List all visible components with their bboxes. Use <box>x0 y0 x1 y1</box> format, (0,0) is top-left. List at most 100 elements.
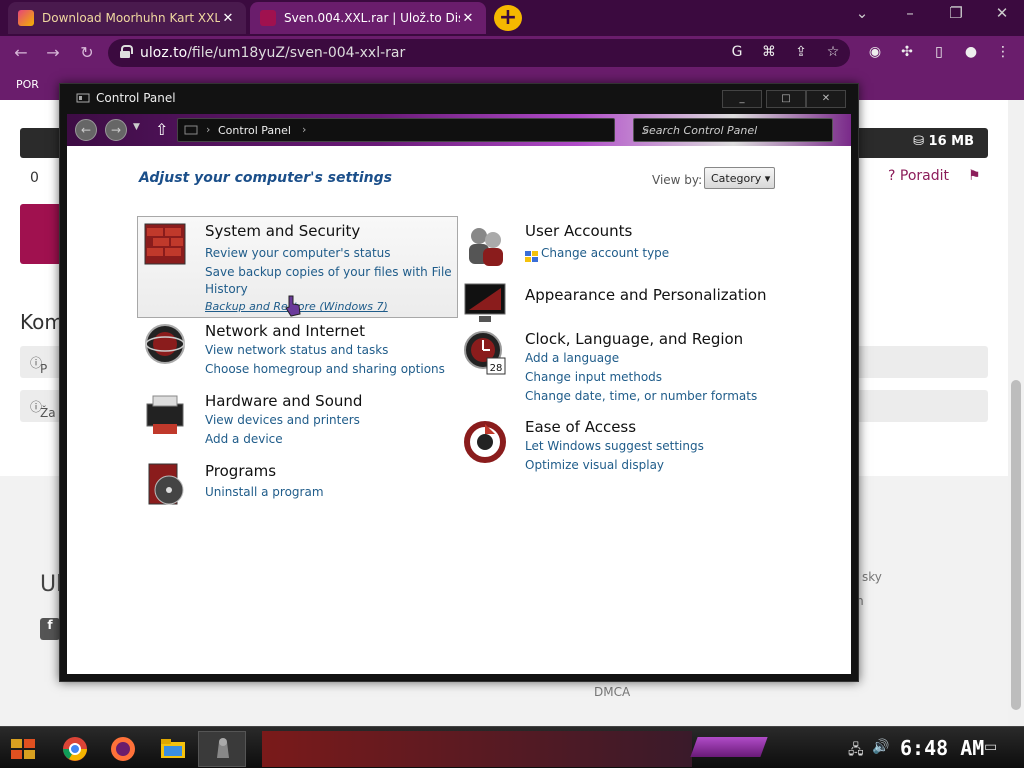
extension-avatar-icon[interactable]: ◉ <box>866 44 884 62</box>
new-tab-button[interactable]: + <box>494 5 522 31</box>
facebook-icon[interactable]: f <box>40 618 60 640</box>
download-button[interactable] <box>20 204 60 264</box>
category-link[interactable]: Change account type <box>541 246 669 260</box>
firewall-icon <box>144 223 186 265</box>
restore-window-button[interactable]: ❐ <box>936 4 976 22</box>
moorhuhn-favicon-icon <box>18 10 34 26</box>
control-panel-taskbar-icon <box>217 738 229 758</box>
taskbar-clock[interactable]: 6:48 AM <box>900 736 984 760</box>
category-programs[interactable]: Programs Uninstall a program <box>143 462 453 512</box>
tab-ulozto[interactable]: Sven.004.XXL.rar | Ulož.to Dis ✕ <box>250 2 486 34</box>
share-icon[interactable]: ⇪ <box>792 44 810 62</box>
firefox-icon[interactable] <box>108 734 138 764</box>
close-window-button[interactable]: ✕ <box>982 4 1022 22</box>
forward-arrow-icon[interactable]: → <box>42 42 64 64</box>
lock-icon <box>120 45 133 58</box>
network-tray-icon[interactable]: 🖧 <box>848 739 864 763</box>
category-title[interactable]: System and Security <box>205 222 360 240</box>
cp-navigation-bar: ← → ▼ ⇧ › Control Panel › Search Control… <box>67 114 851 146</box>
dmca-link[interactable]: DMCA <box>594 685 630 699</box>
cp-minimize-button[interactable]: _ <box>722 90 762 108</box>
minimize-window-button[interactable]: – <box>890 4 930 22</box>
back-arrow-icon[interactable]: ← <box>10 42 32 64</box>
category-title[interactable]: Programs <box>205 462 276 480</box>
category-link[interactable]: Save backup copies of your files with Fi… <box>205 265 452 279</box>
network-globe-icon <box>145 324 185 364</box>
notification-icon[interactable]: ▭ <box>984 739 997 755</box>
view-by-dropdown[interactable]: Category ▾ <box>704 167 775 189</box>
category-link[interactable]: View devices and printers <box>205 413 360 427</box>
category-clock-language-region[interactable]: 28 Clock, Language, and Region Add a lan… <box>463 330 783 410</box>
cp-up-arrow-icon[interactable]: ⇧ <box>155 120 168 139</box>
category-title[interactable]: Hardware and Sound <box>205 392 362 410</box>
cp-maximize-button[interactable]: □ <box>766 90 806 108</box>
reload-icon[interactable]: ↻ <box>76 42 98 64</box>
comments-heading: Kom <box>20 310 64 334</box>
extensions-puzzle-icon[interactable]: ✣ <box>898 44 916 62</box>
category-link[interactable]: View network status and tasks <box>205 343 388 357</box>
category-link[interactable]: Add a language <box>525 351 619 365</box>
category-user-accounts[interactable]: User Accounts Change account type <box>463 222 783 272</box>
category-link[interactable]: Choose homegroup and sharing options <box>205 362 445 376</box>
scrollbar-thumb[interactable] <box>1011 380 1021 710</box>
file-explorer-icon[interactable] <box>158 734 188 764</box>
volume-tray-icon[interactable]: 🔊 <box>872 739 889 755</box>
category-title[interactable]: User Accounts <box>525 222 632 240</box>
start-button-icon[interactable] <box>8 734 38 764</box>
recent-locations-chevron-icon[interactable]: ▼ <box>133 122 140 132</box>
search-icon[interactable]: ⌕ <box>642 123 826 138</box>
cp-address-bar[interactable]: › Control Panel › <box>177 118 615 142</box>
translate-icon[interactable]: ⌘ <box>760 44 778 62</box>
close-tab-icon[interactable]: ✕ <box>460 11 476 26</box>
category-link[interactable]: Review your computer's status <box>205 246 391 260</box>
control-panel-window: Control Panel _ □ ✕ ← → ▼ ⇧ › Control Pa… <box>59 83 859 682</box>
category-title[interactable]: Appearance and Personalization <box>525 286 767 304</box>
calendar-day-text: 28 <box>490 363 503 374</box>
appearance-monitor-icon <box>464 283 506 322</box>
taskbar-banner-decoration <box>262 731 692 767</box>
bookmark-star-icon[interactable]: ☆ <box>824 44 842 62</box>
control-panel-icon <box>76 93 90 103</box>
bookmark-item[interactable]: POR <box>16 78 39 91</box>
breadcrumb-chevron-icon[interactable]: › <box>302 123 306 136</box>
category-link[interactable]: Uninstall a program <box>205 485 324 499</box>
category-link[interactable]: Let Windows suggest settings <box>525 439 704 453</box>
category-ease-of-access[interactable]: Ease of Access Let Windows suggest setti… <box>463 418 783 478</box>
category-link[interactable]: History <box>205 282 248 296</box>
category-title[interactable]: Clock, Language, and Region <box>525 330 743 348</box>
category-link[interactable]: Optimize visual display <box>525 458 664 472</box>
side-panel-icon[interactable]: ▯ <box>930 44 948 62</box>
address-bar[interactable]: uloz.to/file/um18yuZ/sven-004-xxl-rar G … <box>108 39 850 67</box>
tab-moorhuhn[interactable]: Download Moorhuhn Kart XXL ✕ <box>8 2 246 34</box>
cp-forward-icon[interactable]: → <box>105 119 127 141</box>
breadcrumb-chevron-icon[interactable]: › <box>206 123 210 136</box>
tab-search-chevron-icon[interactable]: ⌄ <box>842 4 882 22</box>
cp-back-icon[interactable]: ← <box>75 119 97 141</box>
category-hardware-sound[interactable]: Hardware and Sound View devices and prin… <box>143 392 453 448</box>
chrome-icon[interactable] <box>60 734 90 764</box>
category-link[interactable]: Add a device <box>205 432 283 446</box>
control-panel-taskbar-button[interactable] <box>198 731 246 767</box>
uac-shield-icon <box>525 248 539 262</box>
category-title[interactable]: Ease of Access <box>525 418 636 436</box>
report-flag-icon[interactable]: ⚑ <box>968 168 981 184</box>
page-scrollbar[interactable] <box>1008 100 1024 726</box>
category-appearance[interactable]: Appearance and Personalization <box>463 280 783 326</box>
view-by-label: View by: <box>652 173 703 187</box>
advise-link[interactable]: ? Poradit <box>888 168 949 184</box>
close-tab-icon[interactable]: ✕ <box>220 11 236 26</box>
menu-icon[interactable]: ⋮ <box>994 44 1012 62</box>
profile-icon[interactable]: ● <box>962 44 980 62</box>
cp-close-button[interactable]: ✕ <box>806 90 846 108</box>
category-title[interactable]: Network and Internet <box>205 322 365 340</box>
breadcrumb-control-panel[interactable]: Control Panel <box>218 124 291 137</box>
category-link[interactable]: Change input methods <box>525 370 662 384</box>
category-network-internet[interactable]: Network and Internet View network status… <box>143 322 453 382</box>
google-icon[interactable]: G <box>728 44 746 62</box>
rating-count: 0 <box>30 170 39 186</box>
footer-link[interactable]: sky <box>862 570 882 584</box>
cp-search-input[interactable]: Search Control Panel ⌕ <box>633 118 833 142</box>
user-accounts-icon <box>469 228 503 266</box>
info-text: ⓘ P <box>30 356 48 376</box>
category-link[interactable]: Change date, time, or number formats <box>525 389 757 403</box>
